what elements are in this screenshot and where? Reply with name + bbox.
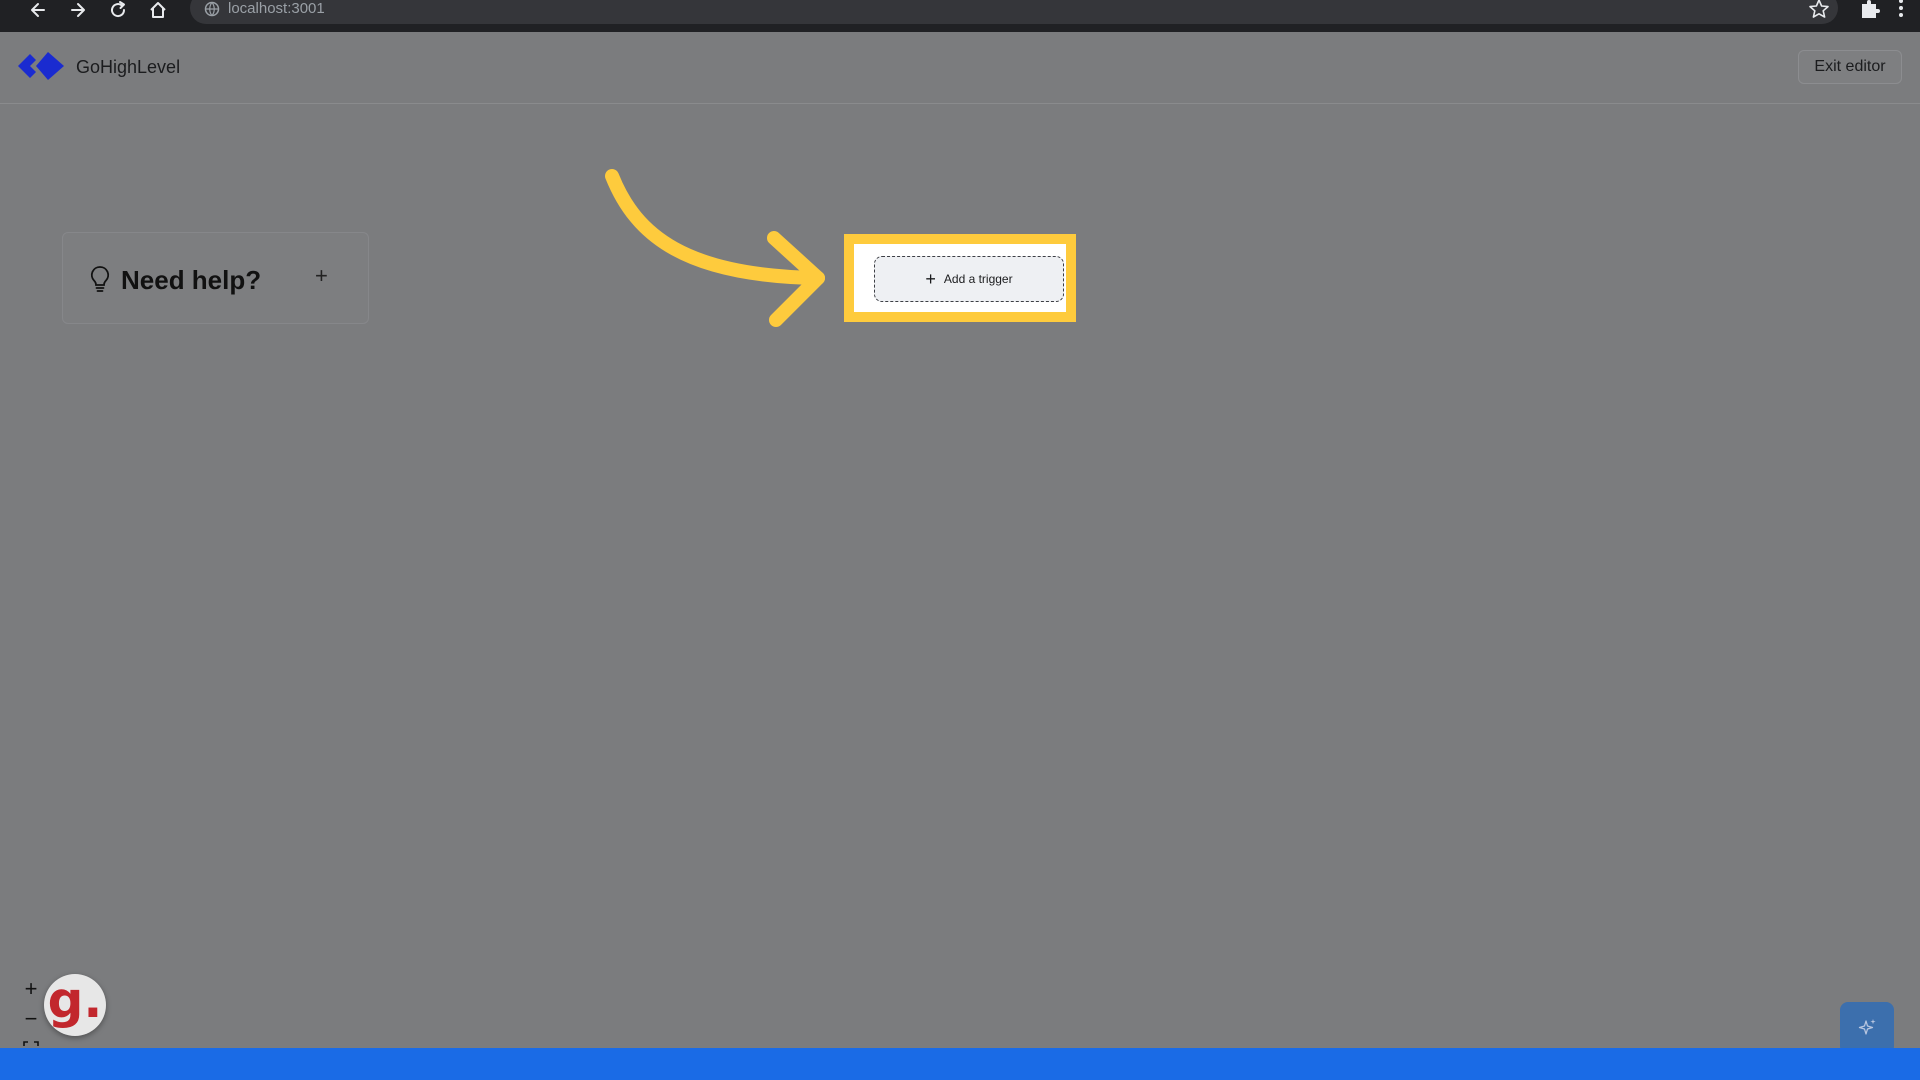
- need-help-title: Need help?: [121, 265, 262, 295]
- forward-arrow-icon: [71, 3, 85, 17]
- kebab-menu-icon[interactable]: [1894, 0, 1908, 20]
- sparkle-icon: [1858, 1019, 1876, 1035]
- expand-help-button[interactable]: +: [315, 263, 328, 289]
- editor-header: GoHighLevel Exit editor: [0, 32, 1920, 104]
- need-help-card[interactable]: Need help? +: [62, 232, 369, 324]
- browser-toolbar: localhost:3001: [0, 0, 1920, 32]
- editor-workspace: GoHighLevel Exit editor Need help? + + A…: [0, 32, 1920, 1057]
- lightbulb-icon: [90, 266, 110, 292]
- back-button[interactable]: [22, 0, 54, 20]
- gohighlevel-logo: [18, 52, 64, 80]
- zoom-out-button[interactable]: −: [16, 1004, 46, 1034]
- guidde-badge[interactable]: g.: [44, 974, 106, 1036]
- add-trigger-label: Add a trigger: [943, 272, 1013, 286]
- brand-name: GoHighLevel: [76, 57, 181, 77]
- address-bar[interactable]: localhost:3001: [190, 0, 1838, 24]
- star-icon[interactable]: [1808, 0, 1830, 20]
- plus-icon: +: [925, 269, 936, 289]
- reload-button[interactable]: [102, 0, 134, 20]
- puzzle-icon[interactable]: [1858, 0, 1882, 20]
- home-button[interactable]: [142, 0, 174, 20]
- reload-icon: [111, 1, 126, 18]
- trigger-highlight: + Add a trigger: [844, 234, 1076, 322]
- ai-assistant-button[interactable]: [1840, 1002, 1894, 1054]
- url-text: localhost:3001: [228, 0, 325, 17]
- highlight-arrow: [605, 169, 825, 327]
- zoom-in-button[interactable]: +: [16, 974, 46, 1004]
- home-icon: [150, 2, 166, 18]
- forward-button[interactable]: [62, 0, 94, 20]
- globe-icon: [204, 1, 220, 17]
- exit-editor-button[interactable]: Exit editor: [1798, 50, 1902, 84]
- add-trigger-button[interactable]: + Add a trigger: [874, 256, 1064, 302]
- back-arrow-icon: [31, 3, 45, 17]
- bottom-status-bar: [0, 1048, 1920, 1080]
